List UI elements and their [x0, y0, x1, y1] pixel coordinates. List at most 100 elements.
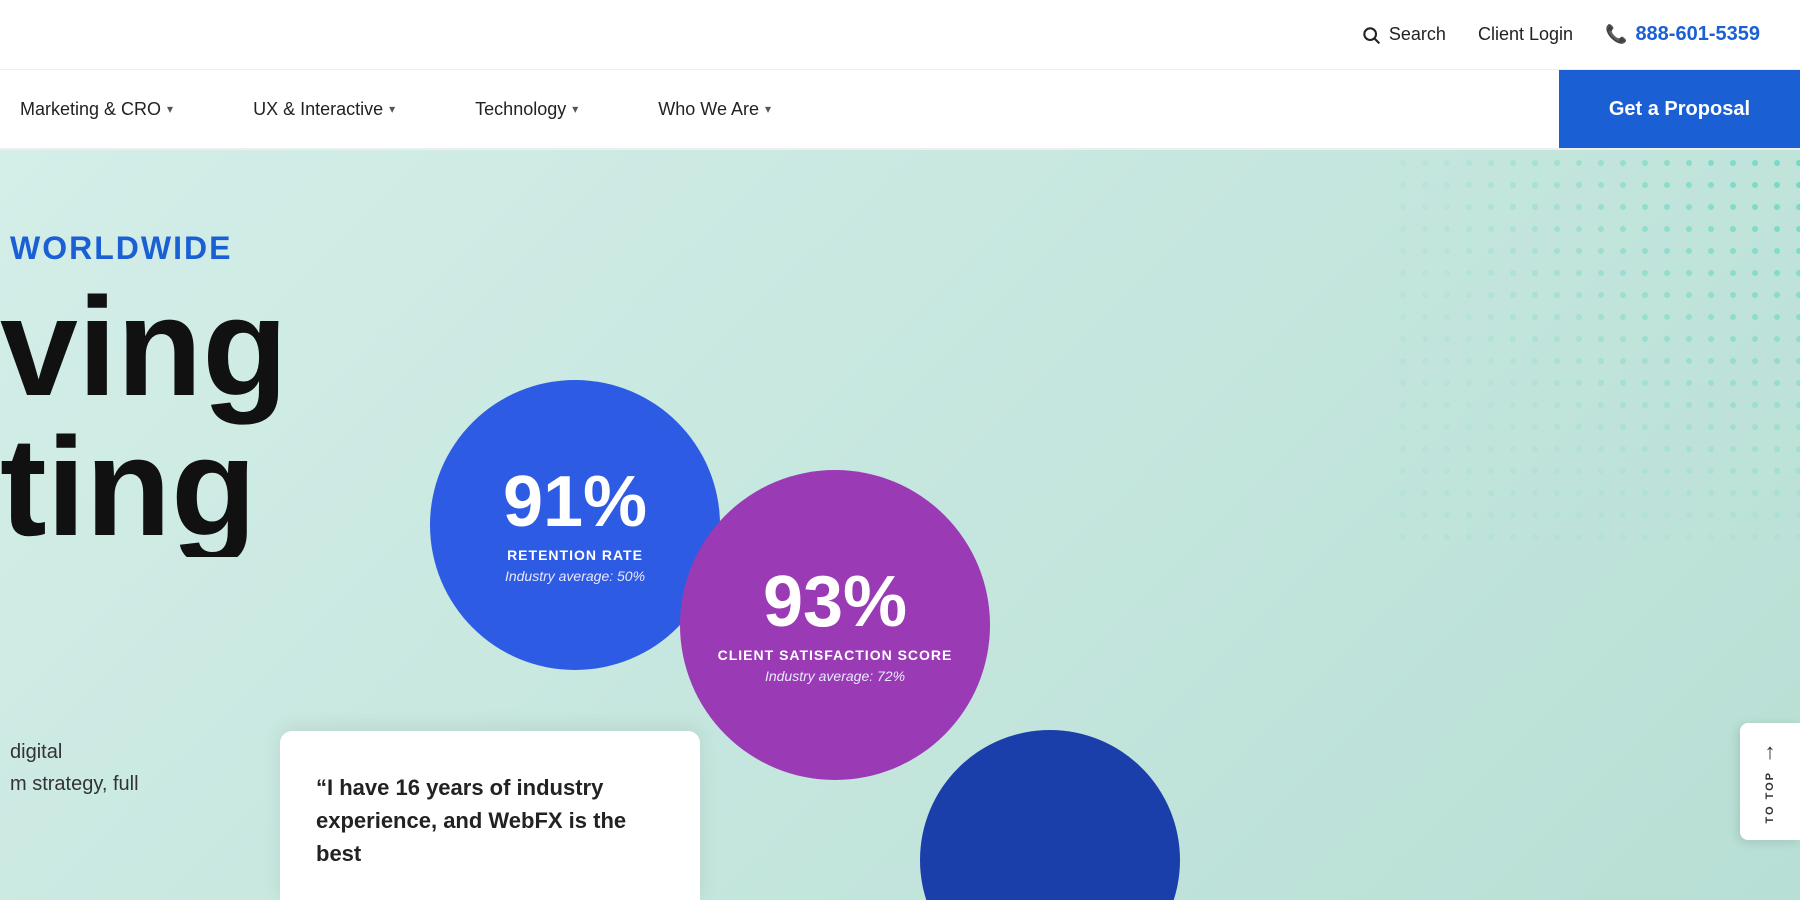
nav-item-ux[interactable]: UX & Interactive ▾: [213, 70, 435, 148]
dot: [1576, 380, 1582, 386]
dot: [1488, 292, 1494, 298]
dot: [1488, 468, 1494, 474]
dot: [1730, 446, 1736, 452]
dot: [1708, 402, 1714, 408]
client-login-link[interactable]: Client Login: [1478, 24, 1573, 45]
dot: [1730, 336, 1736, 342]
nav-items: Marketing & CRO ▾ UX & Interactive ▾ Tec…: [0, 70, 1559, 148]
nav-item-who-we-are[interactable]: Who We Are ▾: [618, 70, 811, 148]
scroll-to-top-button[interactable]: ↑ TO TOP: [1740, 723, 1800, 840]
dot: [1444, 336, 1450, 342]
dot: [1598, 534, 1604, 540]
dot: [1730, 402, 1736, 408]
dot: [1576, 468, 1582, 474]
stat-satisfaction-label: CLIENT SATISFACTION SCORE: [718, 646, 953, 664]
dot: [1774, 226, 1780, 232]
dot: [1576, 292, 1582, 298]
dot: [1752, 292, 1758, 298]
dot: [1598, 424, 1604, 430]
dot: [1664, 204, 1670, 210]
dot: [1400, 182, 1406, 188]
dot: [1686, 204, 1692, 210]
dot: [1708, 490, 1714, 496]
nav-item-technology[interactable]: Technology ▾: [435, 70, 618, 148]
dot: [1576, 402, 1582, 408]
dot: [1444, 380, 1450, 386]
dot: [1796, 534, 1800, 540]
dot: [1554, 490, 1560, 496]
dot: [1400, 446, 1406, 452]
dot: [1422, 204, 1428, 210]
dot: [1466, 314, 1472, 320]
dot: [1400, 226, 1406, 232]
dot: [1444, 226, 1450, 232]
dot: [1730, 270, 1736, 276]
dot: [1576, 490, 1582, 496]
stat-satisfaction-avg: Industry average: 72%: [765, 668, 905, 684]
dot: [1620, 424, 1626, 430]
dot: [1466, 490, 1472, 496]
dot: [1466, 424, 1472, 430]
phone-icon: 📞: [1605, 24, 1627, 45]
dot: [1554, 446, 1560, 452]
nav-item-marketing[interactable]: Marketing & CRO ▾: [0, 70, 213, 148]
dot: [1620, 160, 1626, 166]
chevron-down-icon: ▾: [572, 102, 578, 116]
dot: [1488, 512, 1494, 518]
hero-heading: ving ting: [0, 277, 288, 557]
dot: [1774, 468, 1780, 474]
dot: [1642, 402, 1648, 408]
dot: [1554, 336, 1560, 342]
dot: [1510, 512, 1516, 518]
dot: [1796, 512, 1800, 518]
dot: [1422, 512, 1428, 518]
dot: [1598, 204, 1604, 210]
phone-number[interactable]: 📞 888-601-5359: [1605, 23, 1760, 46]
dot: [1488, 204, 1494, 210]
dot: [1642, 226, 1648, 232]
dot: [1510, 358, 1516, 364]
dot: [1576, 512, 1582, 518]
dot: [1752, 490, 1758, 496]
dot: [1708, 314, 1714, 320]
dot: [1488, 380, 1494, 386]
dot: [1730, 248, 1736, 254]
dot: [1686, 182, 1692, 188]
dot: [1510, 314, 1516, 320]
dot: [1466, 182, 1472, 188]
dot: [1488, 534, 1494, 540]
dot: [1686, 468, 1692, 474]
dot: [1708, 182, 1714, 188]
stat-retention-label: RETENTION RATE: [507, 546, 643, 564]
nav-cta-area: Get a Proposal: [1559, 70, 1800, 148]
get-proposal-button[interactable]: Get a Proposal: [1559, 70, 1800, 148]
dot: [1422, 248, 1428, 254]
search-button[interactable]: Search: [1361, 24, 1446, 45]
dot: [1598, 292, 1604, 298]
dot: [1796, 204, 1800, 210]
dot: [1444, 204, 1450, 210]
dot: [1620, 204, 1626, 210]
dot: [1400, 380, 1406, 386]
dot: [1730, 226, 1736, 232]
hero-text-left: WORLDWIDE ving ting: [0, 230, 288, 557]
dot: [1554, 270, 1560, 276]
dot: [1774, 204, 1780, 210]
hero-eyebrow: WORLDWIDE: [0, 230, 288, 267]
dot: [1400, 292, 1406, 298]
dot: [1620, 292, 1626, 298]
dot: [1444, 512, 1450, 518]
dot: [1510, 336, 1516, 342]
stat-retention-avg: Industry average: 50%: [505, 568, 645, 584]
dot: [1642, 512, 1648, 518]
dot: [1532, 248, 1538, 254]
dot: [1598, 336, 1604, 342]
dot: [1796, 248, 1800, 254]
stat-satisfaction-number: 93%: [763, 566, 907, 638]
dot: [1686, 512, 1692, 518]
dot: [1510, 292, 1516, 298]
dot: [1532, 512, 1538, 518]
dot: [1576, 182, 1582, 188]
dot: [1730, 424, 1736, 430]
dot: [1642, 270, 1648, 276]
